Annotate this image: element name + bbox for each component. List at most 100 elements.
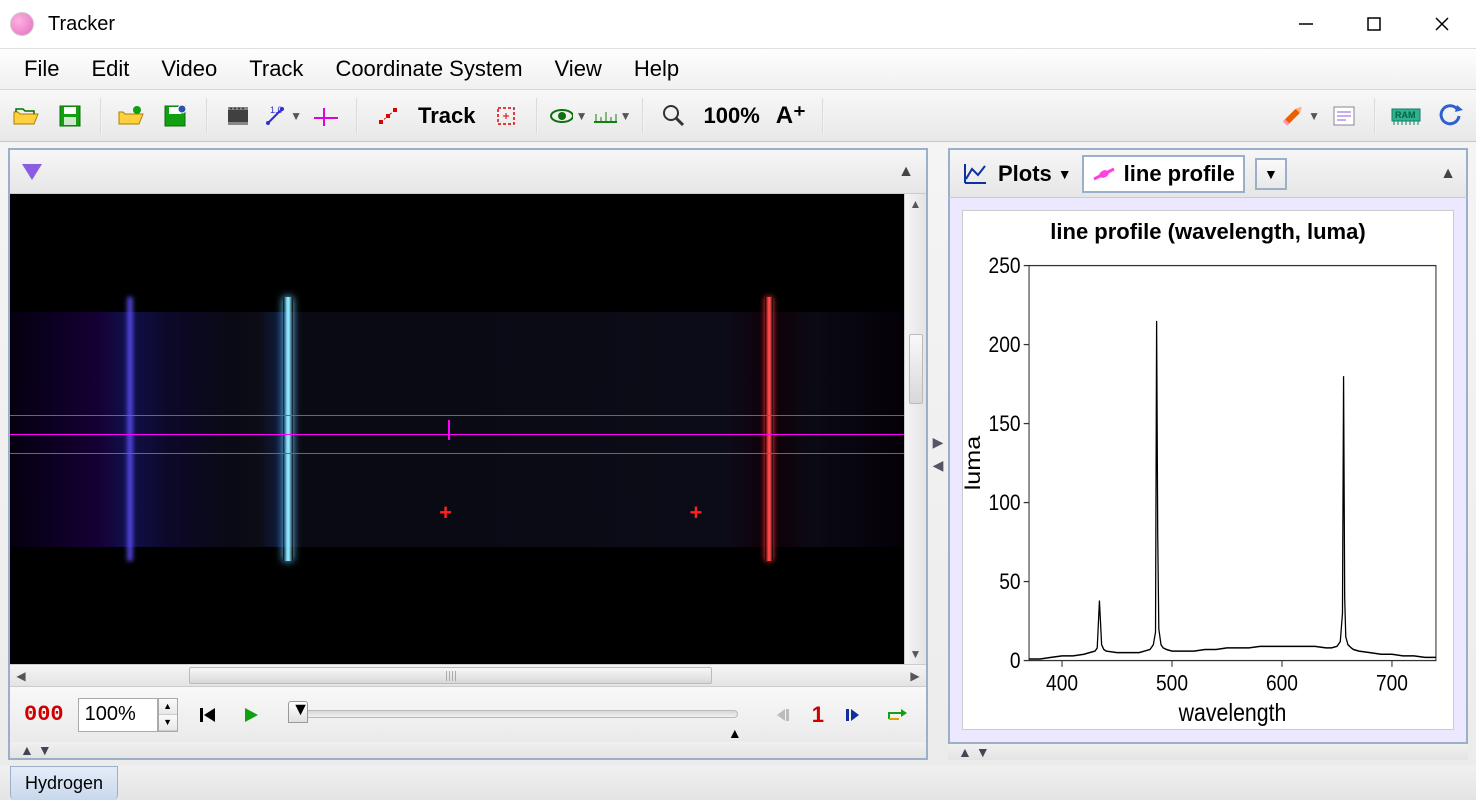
autotracker-button[interactable] — [486, 96, 526, 136]
save-tabset-button[interactable] — [156, 96, 196, 136]
splitter-left-icon[interactable]: ◀ — [933, 457, 944, 474]
expand-up-icon[interactable]: ▲ — [20, 742, 34, 758]
expand-up-icon[interactable]: ▲ — [958, 744, 972, 760]
pane-splitter-bottom[interactable]: ▲ ▼ — [948, 744, 1468, 760]
toolbar: 1.0 ▼ Track ▼ ▼ 100% A⁺ — [0, 90, 1476, 142]
step-forward-button[interactable] — [838, 700, 868, 730]
svg-text:luma: luma — [963, 436, 985, 491]
clip-settings-button[interactable] — [218, 96, 258, 136]
pane-splitter-vertical[interactable]: ▶ ◀ — [932, 142, 944, 766]
player-controls: 000 ▲ ▼ ▼ ▲ — [10, 686, 926, 742]
scroll-left-icon[interactable]: ◀ — [10, 665, 32, 686]
chevron-down-icon: ▼ — [1308, 109, 1320, 123]
collapse-up-icon[interactable]: ▲ — [1440, 165, 1456, 183]
scroll-down-icon[interactable]: ▼ — [905, 644, 926, 664]
calibration-point-2[interactable]: + — [689, 500, 702, 526]
line-profile-handle[interactable] — [448, 420, 450, 440]
line-profile-overlay[interactable] — [10, 434, 904, 435]
scroll-right-icon[interactable]: ▶ — [904, 665, 926, 686]
skip-start-icon — [197, 705, 217, 725]
zoom-level[interactable]: 100% — [698, 103, 766, 129]
titlebar: Tracker — [0, 0, 1476, 48]
frame-counter[interactable]: 000 — [24, 702, 64, 727]
collapse-up-icon[interactable]: ▲ — [898, 163, 914, 181]
splitter-right-icon[interactable]: ▶ — [933, 434, 944, 451]
expand-down-icon[interactable]: ▼ — [976, 744, 990, 760]
plot-title: line profile (wavelength, luma) — [963, 211, 1453, 253]
open-button[interactable] — [6, 96, 46, 136]
loop-button[interactable] — [882, 700, 912, 730]
chevron-down-icon: ▼ — [576, 109, 588, 123]
scroll-thumb[interactable] — [189, 667, 712, 684]
save-tabset-icon — [162, 103, 190, 129]
app-icon — [10, 12, 34, 36]
menu-coord-system[interactable]: Coordinate System — [319, 50, 538, 88]
in-marker[interactable]: ▼ — [292, 699, 310, 720]
menu-video[interactable]: Video — [145, 50, 233, 88]
eye-icon — [548, 106, 573, 126]
pencil-icon — [1276, 99, 1309, 132]
rate-down-button[interactable]: ▼ — [159, 715, 177, 731]
open-video-icon — [117, 104, 147, 128]
out-marker[interactable]: ▲ — [728, 725, 742, 741]
close-button[interactable] — [1408, 0, 1476, 48]
calibration-button[interactable]: 1.0 ▼ — [262, 96, 302, 136]
menu-help[interactable]: Help — [618, 50, 695, 88]
svg-text:150: 150 — [989, 412, 1021, 437]
svg-text:400: 400 — [1046, 671, 1078, 696]
rate-up-button[interactable]: ▲ — [159, 699, 177, 715]
refresh-button[interactable] — [1430, 96, 1470, 136]
tab-hydrogen[interactable]: Hydrogen — [10, 766, 118, 800]
plots-dropdown[interactable]: Plots ▼ — [998, 161, 1072, 187]
ruler-button[interactable]: ▼ — [592, 96, 632, 136]
menu-edit[interactable]: Edit — [75, 50, 145, 88]
plot-area[interactable]: line profile (wavelength, luma) 05010015… — [962, 210, 1454, 730]
track-menu-icon[interactable] — [22, 164, 42, 180]
memory-button[interactable]: RAM — [1386, 96, 1426, 136]
svg-text:500: 500 — [1156, 671, 1188, 696]
expand-down-icon[interactable]: ▼ — [38, 742, 52, 758]
plot-panel: Plots ▼ line profile ▼ ▲ line profile (w… — [948, 148, 1468, 760]
timeline-slider[interactable]: ▼ ▲ — [280, 699, 754, 731]
menu-view[interactable]: View — [539, 50, 618, 88]
step-back-button[interactable] — [768, 700, 798, 730]
track-points-icon — [376, 104, 400, 128]
open-video-button[interactable] — [112, 96, 152, 136]
drawing-button[interactable]: ▼ — [1280, 96, 1320, 136]
font-size-button[interactable]: A⁺ — [770, 101, 812, 130]
visibility-button[interactable]: ▼ — [548, 96, 588, 136]
axes-button[interactable] — [306, 96, 346, 136]
vertical-scrollbar[interactable]: ▲ ▼ — [904, 194, 926, 664]
svg-text:700: 700 — [1376, 671, 1408, 696]
emission-line-violet — [126, 297, 134, 560]
play-rate-input[interactable] — [78, 698, 158, 732]
zoom-button[interactable] — [654, 96, 694, 136]
play-button[interactable] — [236, 700, 266, 730]
track-dropdown-button[interactable]: ▼ — [1255, 158, 1287, 190]
track-selector[interactable]: line profile — [1082, 155, 1245, 193]
refresh-icon — [1437, 103, 1463, 129]
pane-splitter-bottom[interactable]: ▲ ▼ — [10, 742, 926, 758]
line-profile-overlay[interactable] — [10, 415, 904, 416]
scroll-thumb[interactable] — [909, 334, 923, 404]
menu-track[interactable]: Track — [233, 50, 319, 88]
save-disk-icon — [57, 103, 83, 129]
calibration-point-1[interactable]: + — [439, 500, 452, 526]
maximize-button[interactable] — [1340, 0, 1408, 48]
track-label[interactable]: Track — [412, 103, 482, 129]
video-panel: ▲ + + ▲ ▼ — [8, 148, 928, 760]
horizontal-scrollbar[interactable]: ◀ ▶ — [10, 664, 926, 686]
axes-icon — [312, 104, 340, 128]
step-size[interactable]: 1 — [812, 702, 824, 728]
notes-button[interactable] — [1324, 96, 1364, 136]
svg-text:100: 100 — [989, 491, 1021, 516]
save-button[interactable] — [50, 96, 90, 136]
menu-file[interactable]: File — [8, 50, 75, 88]
line-profile-overlay[interactable] — [10, 453, 904, 454]
reset-button[interactable] — [192, 700, 222, 730]
minimize-button[interactable] — [1272, 0, 1340, 48]
filmstrip-icon — [225, 104, 251, 128]
video-canvas[interactable]: + + — [10, 194, 904, 664]
scroll-up-icon[interactable]: ▲ — [905, 194, 926, 214]
new-track-button[interactable] — [368, 96, 408, 136]
